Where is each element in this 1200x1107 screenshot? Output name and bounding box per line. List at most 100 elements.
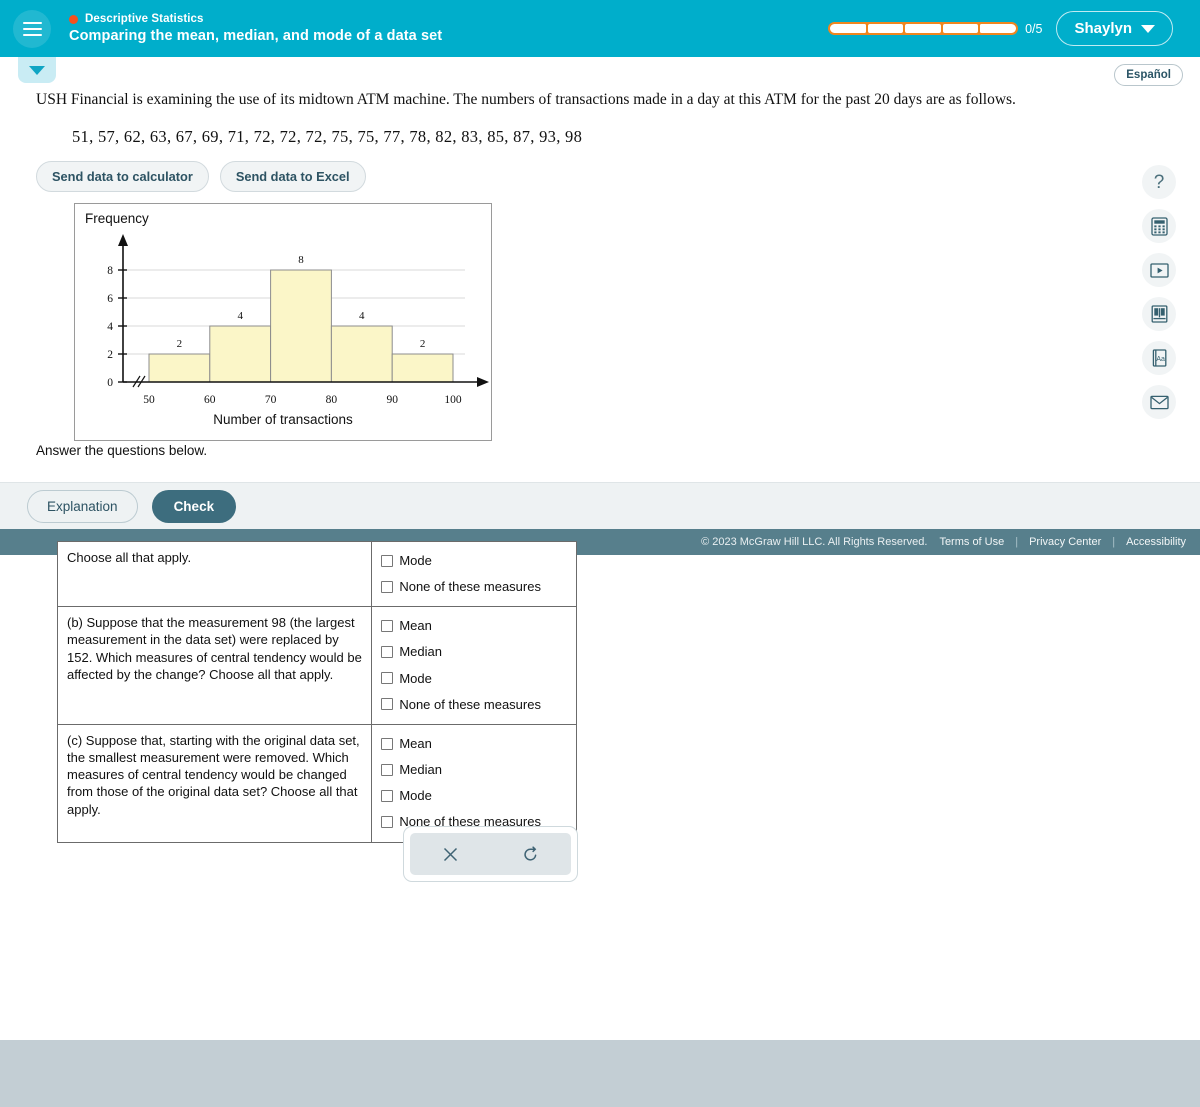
page-bottom-band <box>0 1040 1200 1107</box>
progress-segment <box>942 24 979 33</box>
svg-text:80: 80 <box>326 394 338 406</box>
question-text-cell: Choose all that apply. <box>56 540 373 608</box>
question-options-cell: Mode None of these measures <box>371 540 577 608</box>
action-bar: Explanation Check <box>0 482 1200 529</box>
checkbox[interactable] <box>381 646 394 659</box>
svg-text:4: 4 <box>107 321 113 333</box>
question-options-cell: Mean Median Mode None of these measures <box>371 723 577 843</box>
svg-text:8: 8 <box>107 265 113 277</box>
problem-prompt: USH Financial is examining the use of it… <box>36 91 1016 108</box>
checkbox[interactable] <box>381 737 394 750</box>
option-row[interactable]: Mode <box>381 670 567 687</box>
option-row[interactable]: Median <box>381 761 567 778</box>
option-row[interactable]: None of these measures <box>381 696 567 713</box>
option-label: Mode <box>399 670 432 686</box>
hamburger-line <box>22 27 42 30</box>
checkbox[interactable] <box>381 619 394 632</box>
progress-area: 0/5 <box>828 22 1042 36</box>
svg-text:6: 6 <box>107 293 113 305</box>
check-button[interactable]: Check <box>151 489 237 523</box>
svg-text:2: 2 <box>107 349 113 361</box>
option-row[interactable]: Mean <box>381 617 567 634</box>
svg-text:4: 4 <box>359 310 365 322</box>
page-title: Comparing the mean, median, and mode of … <box>69 28 443 44</box>
checkbox[interactable] <box>381 672 394 685</box>
user-name-label: Shaylyn <box>1074 20 1132 37</box>
option-label: Mean <box>399 618 432 634</box>
help-icon[interactable]: ? <box>1142 165 1176 199</box>
progress-segment <box>905 24 941 33</box>
progress-segment <box>830 24 866 33</box>
svg-text:2: 2 <box>420 338 426 350</box>
app-header: Descriptive Statistics Comparing the mea… <box>0 0 1200 57</box>
tool-rail: ? Aa <box>1142 165 1176 419</box>
checkbox[interactable] <box>381 763 394 776</box>
subject-row: Descriptive Statistics <box>69 13 828 25</box>
data-set-values: 51, 57, 62, 63, 67, 69, 71, 72, 72, 72, … <box>72 127 583 146</box>
svg-text:2: 2 <box>177 338 183 350</box>
table-row: (b) Suppose that the measurement 98 (the… <box>56 606 577 725</box>
checkbox[interactable] <box>381 815 394 828</box>
option-label: None of these measures <box>399 579 541 595</box>
histogram-plot-area: 2 4 8 4 2 0 2 4 6 8 50 60 70 80 90 100 <box>107 234 489 406</box>
book-icon[interactable] <box>1142 297 1176 331</box>
histogram-chart: Frequency 2 4 8 4 2 0 2 4 6 8 50 60 70 80 90 100 Number… <box>74 203 492 441</box>
answer-toolbar <box>403 826 578 882</box>
chevron-down-icon <box>29 65 45 75</box>
explanation-button[interactable]: Explanation <box>27 489 138 523</box>
checkbox[interactable] <box>381 789 394 802</box>
svg-text:0: 0 <box>107 377 113 389</box>
progress-segment <box>867 24 904 33</box>
option-label: Mode <box>399 553 432 568</box>
subject-label: Descriptive Statistics <box>85 13 204 25</box>
terms-of-use-link[interactable]: Terms of Use <box>939 536 1004 548</box>
answer-toolbar-inner <box>410 833 571 875</box>
option-row[interactable]: None of these measures <box>381 578 567 595</box>
collapse-panel-button[interactable] <box>18 57 56 83</box>
privacy-center-link[interactable]: Privacy Center <box>1029 536 1101 548</box>
option-label: Mode <box>399 788 432 804</box>
glossary-icon[interactable]: Aa <box>1142 341 1176 375</box>
checkbox[interactable] <box>381 554 394 567</box>
status-dot-icon <box>69 14 78 24</box>
chart-x-axis-label: Number of transactions <box>213 412 353 427</box>
answer-instruction: Answer the questions below. <box>36 443 208 458</box>
checkbox[interactable] <box>381 580 394 593</box>
video-icon[interactable] <box>1142 253 1176 287</box>
svg-text:8: 8 <box>298 254 304 266</box>
user-menu-button[interactable]: Shaylyn <box>1056 11 1173 46</box>
svg-text:4: 4 <box>237 310 243 322</box>
message-icon[interactable] <box>1142 385 1176 419</box>
send-to-calculator-button[interactable]: Send data to calculator <box>36 161 209 192</box>
footer-separator: | <box>1112 536 1116 548</box>
option-row[interactable]: Mean <box>381 735 567 752</box>
option-row[interactable]: Mode <box>381 787 567 804</box>
header-title-block: Descriptive Statistics Comparing the mea… <box>69 13 828 44</box>
svg-text:100: 100 <box>444 394 462 406</box>
svg-text:Aa: Aa <box>1156 356 1165 363</box>
send-to-excel-button[interactable]: Send data to Excel <box>219 161 366 192</box>
progress-segment <box>980 24 1017 33</box>
option-row[interactable]: Median <box>381 643 567 660</box>
question-text-cell: (b) Suppose that the measurement 98 (the… <box>56 606 373 725</box>
option-row[interactable]: Mode <box>381 552 567 569</box>
question-text-cell: (c) Suppose that, starting with the orig… <box>56 723 373 843</box>
progress-bar <box>828 22 1019 35</box>
svg-text:60: 60 <box>204 394 216 406</box>
svg-text:90: 90 <box>386 394 398 406</box>
data-export-buttons: Send data to calculator Send data to Exc… <box>36 161 366 192</box>
svg-text:50: 50 <box>143 394 155 406</box>
undo-icon[interactable] <box>514 839 548 869</box>
chevron-down-icon <box>1141 24 1155 33</box>
progress-count: 0/5 <box>1025 21 1043 36</box>
copyright-text: © 2023 McGraw Hill LLC. All Rights Reser… <box>701 536 928 548</box>
questions-table: Choose all that apply. Mode None of thes… <box>56 540 577 843</box>
svg-text:70: 70 <box>265 394 277 406</box>
checkbox[interactable] <box>381 698 394 711</box>
table-row: Choose all that apply. Mode None of thes… <box>56 540 577 608</box>
hamburger-menu-icon[interactable] <box>13 9 51 48</box>
language-toggle-button[interactable]: Español <box>1114 64 1183 86</box>
close-icon[interactable] <box>433 839 467 869</box>
accessibility-link[interactable]: Accessibility <box>1126 536 1186 548</box>
calculator-icon[interactable] <box>1142 209 1176 243</box>
